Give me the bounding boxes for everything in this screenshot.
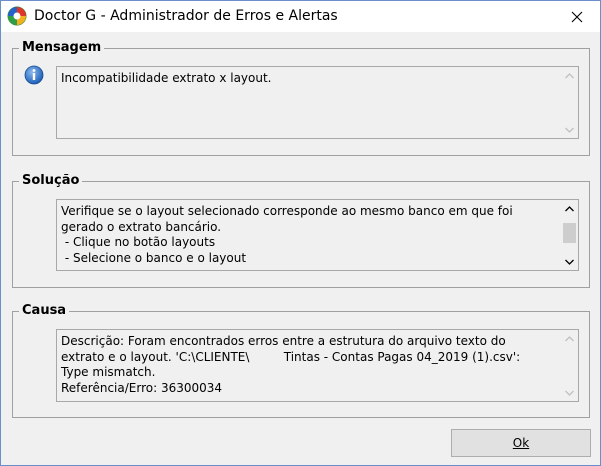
scrollbar-thumb[interactable]	[563, 223, 576, 243]
chevron-down-icon	[565, 390, 574, 396]
scroll-up-arrow[interactable]	[561, 67, 578, 84]
scroll-up-arrow[interactable]	[561, 200, 578, 217]
causa-textbox[interactable]: Descrição: Foram encontrados erros entre…	[56, 329, 579, 402]
causa-text: Descrição: Foram encontrados erros entre…	[61, 334, 521, 395]
mensagem-textbox[interactable]: Incompatibilidade extrato x layout.	[56, 66, 579, 139]
mensagem-group-title: Mensagem	[19, 40, 105, 56]
ok-button-label: Ok	[512, 436, 530, 450]
title-bar[interactable]: Doctor G - Administrador de Erros e Aler…	[1, 1, 600, 32]
scroll-up-arrow[interactable]	[561, 330, 578, 347]
close-icon	[571, 11, 583, 22]
causa-group: Causa Descrição: Foram encontrados erros…	[12, 303, 590, 418]
app-logo-icon	[7, 6, 27, 26]
chevron-down-icon	[565, 259, 574, 265]
scroll-down-arrow[interactable]	[561, 253, 578, 270]
chevron-up-icon	[565, 205, 574, 211]
solucao-group: Solução Verifique se o layout selecionad…	[12, 173, 590, 288]
chevron-up-icon	[565, 335, 574, 341]
close-button[interactable]	[554, 1, 600, 32]
causa-group-title: Causa	[19, 303, 70, 319]
scroll-down-arrow[interactable]	[561, 384, 578, 401]
mensagem-scrollbar[interactable]	[561, 67, 578, 138]
solucao-text: Verifique se o layout selecionado corres…	[61, 204, 513, 265]
error-dialog-window: Doctor G - Administrador de Erros e Aler…	[0, 0, 601, 466]
ok-button[interactable]: Ok	[451, 429, 591, 457]
solucao-group-title: Solução	[19, 173, 83, 189]
solucao-scrollbar[interactable]	[561, 200, 578, 270]
causa-scrollbar[interactable]	[561, 330, 578, 401]
solucao-textbox[interactable]: Verifique se o layout selecionado corres…	[56, 199, 579, 271]
window-title: Doctor G - Administrador de Erros e Aler…	[34, 8, 338, 24]
chevron-up-icon	[565, 72, 574, 78]
scroll-down-arrow[interactable]	[561, 121, 578, 138]
mensagem-group: Mensagem Incompatibilidade extrato x lay…	[12, 40, 590, 156]
chevron-down-icon	[565, 127, 574, 133]
info-icon	[24, 65, 44, 85]
mensagem-text: Incompatibilidade extrato x layout.	[61, 71, 272, 85]
